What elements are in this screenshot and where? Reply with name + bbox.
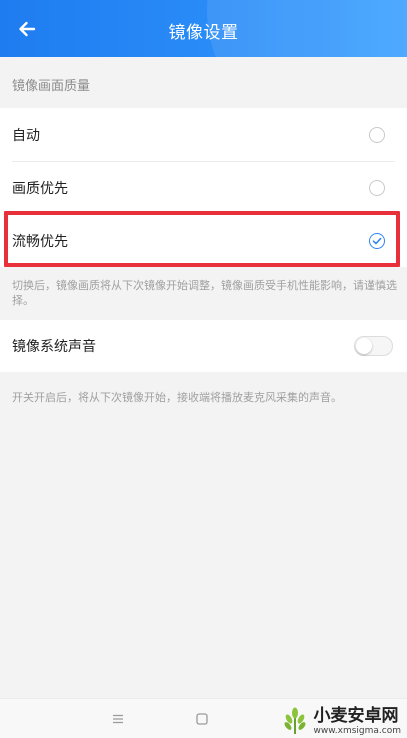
menu-button[interactable] xyxy=(110,711,126,727)
watermark-name: 小麦安卓网 xyxy=(313,705,399,726)
site-watermark: 小麦安卓网 www.xmsigma.com xyxy=(280,706,401,736)
radio-unchecked-icon[interactable] xyxy=(369,179,385,196)
quality-hint-text: 切换后，镜像画质将从下次镜像开始调整，镜像画质受手机性能影响，请谨慎选择。 xyxy=(12,279,397,307)
toggle-knob xyxy=(356,338,372,354)
system-sound-row: 镜像系统声音 xyxy=(0,320,407,372)
home-button[interactable] xyxy=(194,711,210,727)
system-sound-toggle[interactable] xyxy=(354,336,393,356)
option-label: 画质优先 xyxy=(12,180,68,197)
quality-option-smooth[interactable]: 流畅优先 xyxy=(0,214,407,267)
checkmark-icon xyxy=(372,237,382,244)
watermark-logo-icon xyxy=(284,707,305,734)
quality-options-list: 自动 画质优先 流畅优先 xyxy=(0,108,407,267)
radio-unchecked-icon[interactable] xyxy=(369,126,385,143)
watermark-url: www.xmsigma.com xyxy=(313,725,401,736)
menu-icon xyxy=(113,714,123,724)
option-label: 流畅优先 xyxy=(12,233,68,250)
home-square-icon xyxy=(196,713,208,725)
app-header: 镜像设置 xyxy=(0,0,407,57)
sound-hint-text: 开关开启后，将从下次镜像开始，接收端将播放麦克风采集的声音。 xyxy=(12,391,342,404)
quality-section-title: 镜像画面质量 xyxy=(12,79,91,94)
system-sound-label: 镜像系统声音 xyxy=(12,339,96,355)
quality-option-auto[interactable]: 自动 xyxy=(0,108,407,161)
watermark-text: 小麦安卓网 www.xmsigma.com xyxy=(313,705,401,736)
quality-option-picture[interactable]: 画质优先 xyxy=(0,161,407,214)
radio-checked-icon[interactable] xyxy=(369,232,385,249)
option-label: 自动 xyxy=(12,127,40,144)
page-title: 镜像设置 xyxy=(168,23,239,43)
